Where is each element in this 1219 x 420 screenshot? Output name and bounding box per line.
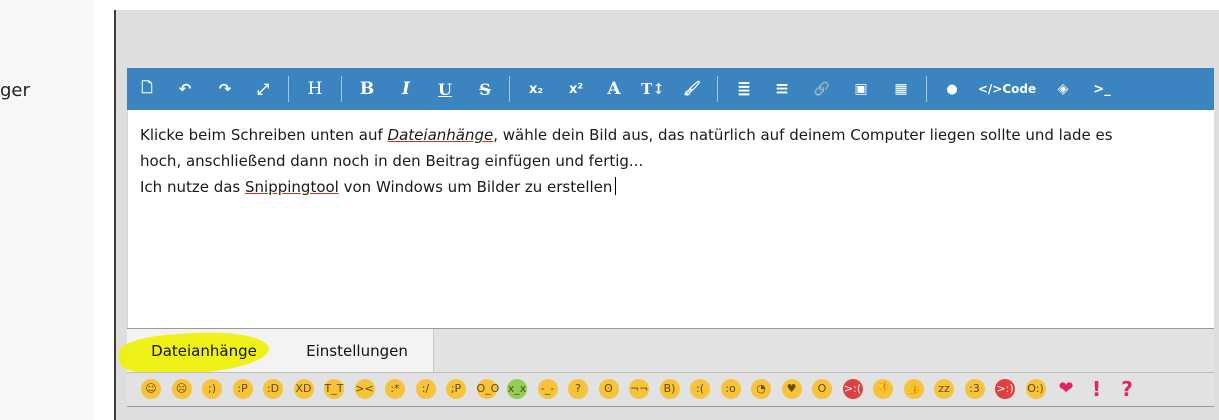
image-icon[interactable]: ▣: [849, 68, 873, 110]
editor-line-1-suffix: , wähle dein Bild aus, das natürlich auf…: [493, 126, 1113, 144]
whistle-emoji-icon[interactable]: :3: [964, 379, 985, 399]
toolbar-separator: [288, 76, 289, 102]
italic-button[interactable]: I: [394, 68, 418, 110]
angel-emoji-icon[interactable]: O:): [1025, 379, 1046, 399]
editor-toolbar: 🗋 ↶ ↷ ⤢ H B I U S x₂ x² A T↕ 🖌 ≣ ≡ 🔗 ▣ ▦…: [127, 68, 1214, 110]
kiss-emoji-icon[interactable]: :*: [385, 379, 405, 399]
smile-emoji-icon[interactable]: ☺: [141, 379, 161, 399]
redo-icon[interactable]: ↷: [213, 68, 237, 110]
editor-line-3-prefix: Ich nutze das: [140, 178, 246, 196]
thinking-emoji-icon[interactable]: ?: [568, 379, 588, 399]
devil-emoji-icon[interactable]: >:): [995, 379, 1015, 399]
tongue-emoji-icon[interactable]: :P: [232, 379, 253, 399]
sleeping-emoji-icon[interactable]: zz: [934, 379, 954, 399]
brush-icon[interactable]: 🖌: [680, 68, 704, 110]
crying-emoji-icon[interactable]: T_T: [324, 379, 344, 399]
sidebar-partial-label: ger: [0, 80, 30, 101]
toolbar-separator: [926, 76, 927, 102]
spoiler-icon[interactable]: ◈: [1051, 68, 1075, 110]
font-size-button[interactable]: T↕: [640, 68, 666, 110]
list-icon[interactable]: ≣: [732, 68, 756, 110]
heart-icon[interactable]: ❤: [1056, 379, 1076, 399]
font-color-button[interactable]: A: [602, 68, 626, 110]
thumbs-up-icon[interactable]: 👍: [903, 379, 924, 399]
surprised-emoji-icon[interactable]: :o: [720, 379, 741, 399]
editor-text-area[interactable]: Klicke beim Schreiben unten auf Dateianh…: [127, 110, 1214, 328]
astonished-emoji-icon[interactable]: O: [812, 379, 832, 399]
eye-roll-emoji-icon[interactable]: ◔: [751, 379, 771, 399]
editor-line-3-suffix: von Windows um Bilder zu erstellen: [338, 178, 613, 196]
strikethrough-button[interactable]: S: [473, 68, 497, 110]
tired-emoji-icon[interactable]: -_-: [537, 379, 558, 399]
link-icon[interactable]: 🔗: [810, 68, 834, 110]
grin-emoji-icon[interactable]: :D: [263, 379, 283, 399]
fullscreen-icon[interactable]: ⤢: [251, 68, 275, 110]
sick-emoji-icon[interactable]: x_x: [507, 379, 527, 399]
exclamation-icon[interactable]: !: [1087, 379, 1107, 399]
angry-emoji-icon[interactable]: >:(: [842, 379, 863, 399]
emoji-bar: ☺ ☹;) :P :D XD T_T >< :* :/ ;P O_O x_x -_-? ʘ ¬¬ B) :( :o…: [127, 372, 1214, 406]
question-icon[interactable]: ?: [1117, 379, 1137, 399]
sidebar-panel: ger: [0, 0, 94, 420]
code-button[interactable]: </>Code: [978, 68, 1036, 110]
subscript-button[interactable]: x₂: [523, 68, 549, 110]
emoji-bar-border: [127, 406, 1214, 407]
tab-attachments[interactable]: Dateianhänge: [117, 327, 282, 379]
bold-button[interactable]: B: [355, 68, 379, 110]
editor-line-3: Ich nutze das Snippingtool von Windows u…: [140, 174, 617, 200]
terminal-icon[interactable]: >_: [1090, 68, 1114, 110]
tab-attachments-label: Dateianhänge: [151, 341, 257, 360]
unamused-emoji-icon[interactable]: ¬¬: [629, 379, 649, 399]
superscript-button[interactable]: x²: [563, 68, 589, 110]
align-icon[interactable]: ≡: [770, 68, 794, 110]
confused-emoji-icon[interactable]: :/: [415, 379, 436, 399]
editor-line-2: hoch, anschließend dann noch in den Beit…: [140, 152, 644, 170]
laugh-emoji-icon[interactable]: XD: [293, 379, 314, 399]
editor-tab-bar: Dateianhänge Einstellungen: [117, 327, 1214, 379]
shocked-emoji-icon[interactable]: O_O: [476, 379, 499, 399]
snippingtool-link[interactable]: Snippingtool: [245, 178, 339, 196]
toolbar-separator: [341, 76, 342, 102]
squint-emoji-icon[interactable]: ><: [354, 379, 375, 399]
text-caret: [615, 177, 617, 195]
upside-down-emoji-icon[interactable]: ʘ: [598, 379, 619, 399]
tab-settings-label: Einstellungen: [306, 341, 408, 360]
wink-emoji-icon[interactable]: ;): [202, 379, 222, 399]
toolbar-separator: [717, 76, 718, 102]
quote-icon[interactable]: ●: [940, 68, 964, 110]
toolbar-separator: [509, 76, 510, 102]
sad-emoji-icon[interactable]: ☹: [171, 379, 192, 399]
undo-icon[interactable]: ↶: [173, 68, 197, 110]
table-icon[interactable]: ▦: [889, 68, 913, 110]
heart-eyes-emoji-icon[interactable]: ♥: [781, 379, 802, 399]
tab-settings[interactable]: Einstellungen: [281, 329, 434, 372]
cool-emoji-icon[interactable]: B): [659, 379, 680, 399]
thumbs-down-icon[interactable]: 👎: [873, 379, 893, 399]
editor-line-1-prefix: Klicke beim Schreiben unten auf: [140, 126, 388, 144]
underline-button[interactable]: U: [433, 68, 457, 110]
editor-line-1: Klicke beim Schreiben unten auf Dateianh…: [140, 122, 1113, 148]
crazy-emoji-icon[interactable]: ;P: [446, 379, 466, 399]
heading-button[interactable]: H: [303, 68, 327, 110]
source-icon[interactable]: 🗋: [135, 68, 159, 110]
dateianhaenge-link[interactable]: Dateianhänge: [388, 126, 494, 144]
worried-emoji-icon[interactable]: :(: [690, 379, 710, 399]
